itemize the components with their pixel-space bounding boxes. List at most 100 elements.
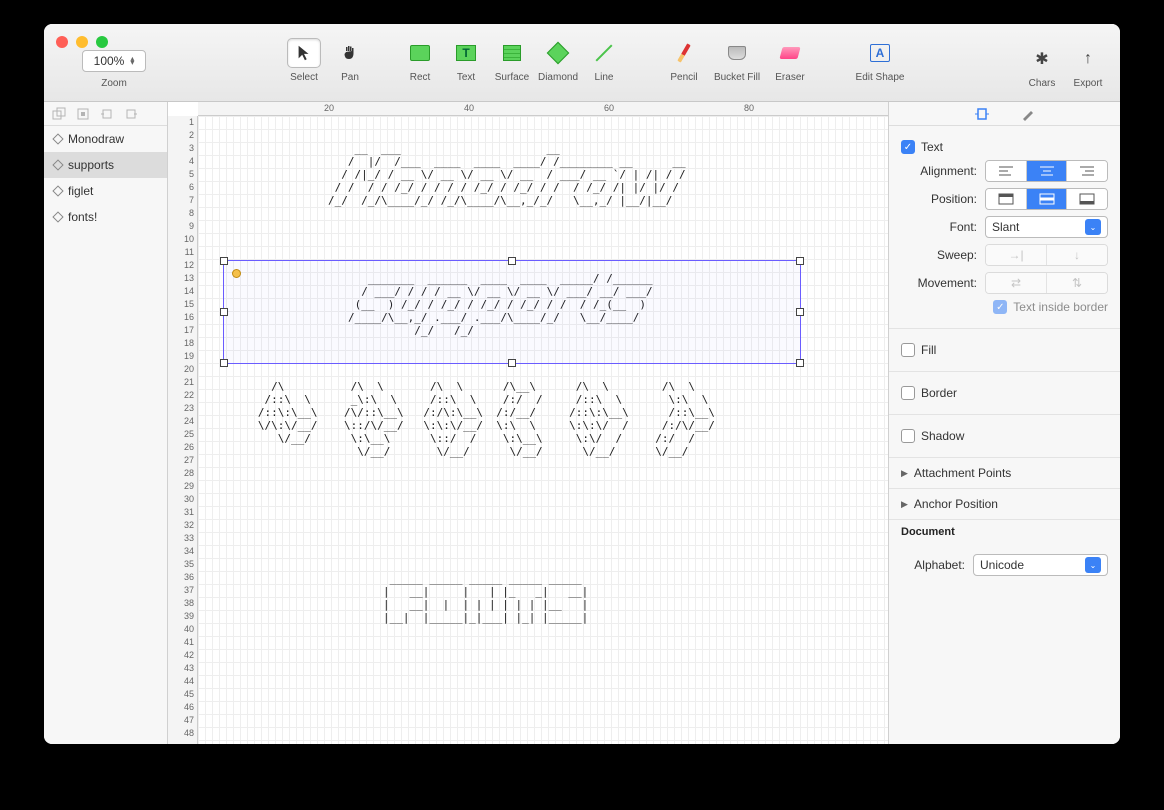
ruler-vertical: 1234567891011121314151617181920212223242… — [168, 116, 198, 744]
stepper-caret-icon: ▴▾ — [130, 57, 134, 65]
layer-item[interactable]: supports — [44, 152, 167, 178]
toolbar: 100% ▴▾ Zoom Select Pan Rect TText Surfa… — [44, 24, 1120, 102]
sweep-control: →| ↓ — [985, 244, 1108, 266]
layers-toolbar — [44, 102, 167, 126]
shadow-checkbox[interactable] — [901, 429, 915, 443]
resize-handle-e[interactable] — [796, 308, 804, 316]
resize-handle-n[interactable] — [508, 257, 516, 265]
zoom-stepper[interactable]: 100% ▴▾ — [82, 50, 146, 72]
canvas[interactable]: 20 40 60 80 1234567891011121314151617181… — [168, 102, 888, 744]
tool-pan[interactable]: Pan — [330, 38, 370, 83]
selection-box[interactable] — [223, 260, 801, 364]
anchor-section[interactable]: ▶Anchor Position — [889, 489, 1120, 520]
fill-section: Fill — [889, 329, 1120, 372]
layer-icon-2[interactable] — [76, 107, 90, 121]
resize-handle-se[interactable] — [796, 359, 804, 367]
window-controls — [56, 36, 108, 48]
align-center-button[interactable] — [1027, 161, 1068, 181]
resize-handle-w[interactable] — [220, 308, 228, 316]
disclosure-triangle-icon: ▶ — [901, 499, 908, 510]
position-middle-button[interactable] — [1027, 189, 1068, 209]
tool-select[interactable]: Select — [284, 38, 324, 83]
inspector-tabs — [889, 102, 1120, 126]
text-label: Text — [921, 140, 943, 154]
close-window-button[interactable] — [56, 36, 68, 48]
position-top-button[interactable] — [986, 189, 1027, 209]
tool-group-right: ✱Chars ↑Export — [1022, 44, 1108, 89]
tool-export[interactable]: ↑Export — [1068, 44, 1108, 89]
text-section: ✓ Text Alignment: Position: — [889, 126, 1120, 329]
movement-h-button: ⇄ — [986, 273, 1047, 293]
alignment-label: Alignment: — [901, 164, 977, 178]
zoom-window-button[interactable] — [96, 36, 108, 48]
dropdown-icon: ⌄ — [1085, 557, 1101, 573]
send-backward-icon[interactable] — [124, 107, 138, 121]
border-section: Border — [889, 372, 1120, 415]
diamond-icon — [52, 133, 63, 144]
tool-text[interactable]: TText — [446, 38, 486, 83]
font-select[interactable]: Slant ⌄ — [985, 216, 1108, 238]
position-control[interactable] — [985, 188, 1108, 210]
movement-control: ⇄ ⇅ — [985, 272, 1108, 294]
star-icon: ✱ — [1035, 49, 1048, 69]
tool-diamond[interactable]: Diamond — [538, 38, 578, 83]
body: Monodraw supports figlet fonts! 20 40 60… — [44, 102, 1120, 744]
layer-icon[interactable] — [52, 107, 66, 121]
layers-sidebar: Monodraw supports figlet fonts! — [44, 102, 168, 744]
movement-label: Movement: — [901, 276, 977, 290]
resize-handle-nw[interactable] — [220, 257, 228, 265]
inspector-panel: ✓ Text Alignment: Position: — [888, 102, 1120, 744]
ruler-horizontal: 20 40 60 80 — [198, 102, 888, 116]
tool-rect[interactable]: Rect — [400, 38, 440, 83]
align-left-button[interactable] — [986, 161, 1027, 181]
tab-style-icon[interactable] — [973, 107, 991, 121]
disclosure-triangle-icon: ▶ — [901, 468, 908, 479]
zoom-group: 100% ▴▾ Zoom — [54, 50, 174, 89]
sweep-label: Sweep: — [901, 248, 977, 262]
tool-eraser[interactable]: Eraser — [770, 38, 810, 83]
text-inside-border-label: Text inside border — [1013, 300, 1108, 314]
tool-edit-shape[interactable]: AEdit Shape — [850, 38, 910, 83]
layer-item[interactable]: fonts! — [44, 204, 167, 230]
tool-line[interactable]: Line — [584, 38, 624, 83]
position-bottom-button[interactable] — [1067, 189, 1107, 209]
diamond-icon — [52, 185, 63, 196]
align-right-button[interactable] — [1067, 161, 1107, 181]
zoom-value: 100% — [94, 54, 125, 68]
fill-checkbox[interactable] — [901, 343, 915, 357]
export-icon: ↑ — [1084, 50, 1092, 68]
alphabet-select[interactable]: Unicode ⌄ — [973, 554, 1108, 576]
attachment-section[interactable]: ▶Attachment Points — [889, 458, 1120, 489]
sweep-down-button: ↓ — [1047, 245, 1107, 265]
text-checkbox[interactable]: ✓ — [901, 140, 915, 154]
zoom-label: Zoom — [54, 78, 174, 89]
bring-forward-icon[interactable] — [100, 107, 114, 121]
tool-bucket-fill[interactable]: Bucket Fill — [710, 38, 764, 83]
alphabet-label: Alphabet: — [901, 558, 965, 572]
tool-surface[interactable]: Surface — [492, 38, 532, 83]
diamond-icon — [52, 159, 63, 170]
sweep-right-button: →| — [986, 245, 1047, 265]
resize-handle-ne[interactable] — [796, 257, 804, 265]
ascii-figlet: /\ /\ \ /\ \ /\__\ /\ \ /\ \ /::\ \ _\:\… — [238, 380, 715, 458]
border-checkbox[interactable] — [901, 386, 915, 400]
resize-handle-sw[interactable] — [220, 359, 228, 367]
tool-group-shapes: Rect TText Surface Diamond Line — [400, 38, 624, 83]
document-section: Alphabet: Unicode ⌄ — [889, 540, 1120, 590]
tool-group-edit: AEdit Shape — [850, 38, 910, 83]
layer-item[interactable]: Monodraw — [44, 126, 167, 152]
dropdown-icon: ⌄ — [1085, 219, 1101, 235]
text-inside-border-checkbox: ✓ — [993, 300, 1007, 314]
diamond-icon — [52, 211, 63, 222]
alignment-control[interactable] — [985, 160, 1108, 182]
resize-handle-s[interactable] — [508, 359, 516, 367]
tool-chars[interactable]: ✱Chars — [1022, 44, 1062, 89]
minimize-window-button[interactable] — [76, 36, 88, 48]
tab-pencil-icon[interactable] — [1021, 107, 1037, 121]
movement-v-button: ⇅ — [1047, 273, 1107, 293]
tool-group-select: Select Pan — [284, 38, 370, 83]
tool-pencil[interactable]: Pencil — [664, 38, 704, 83]
rotate-handle[interactable] — [232, 269, 241, 278]
layer-item[interactable]: figlet — [44, 178, 167, 204]
position-label: Position: — [901, 192, 977, 206]
